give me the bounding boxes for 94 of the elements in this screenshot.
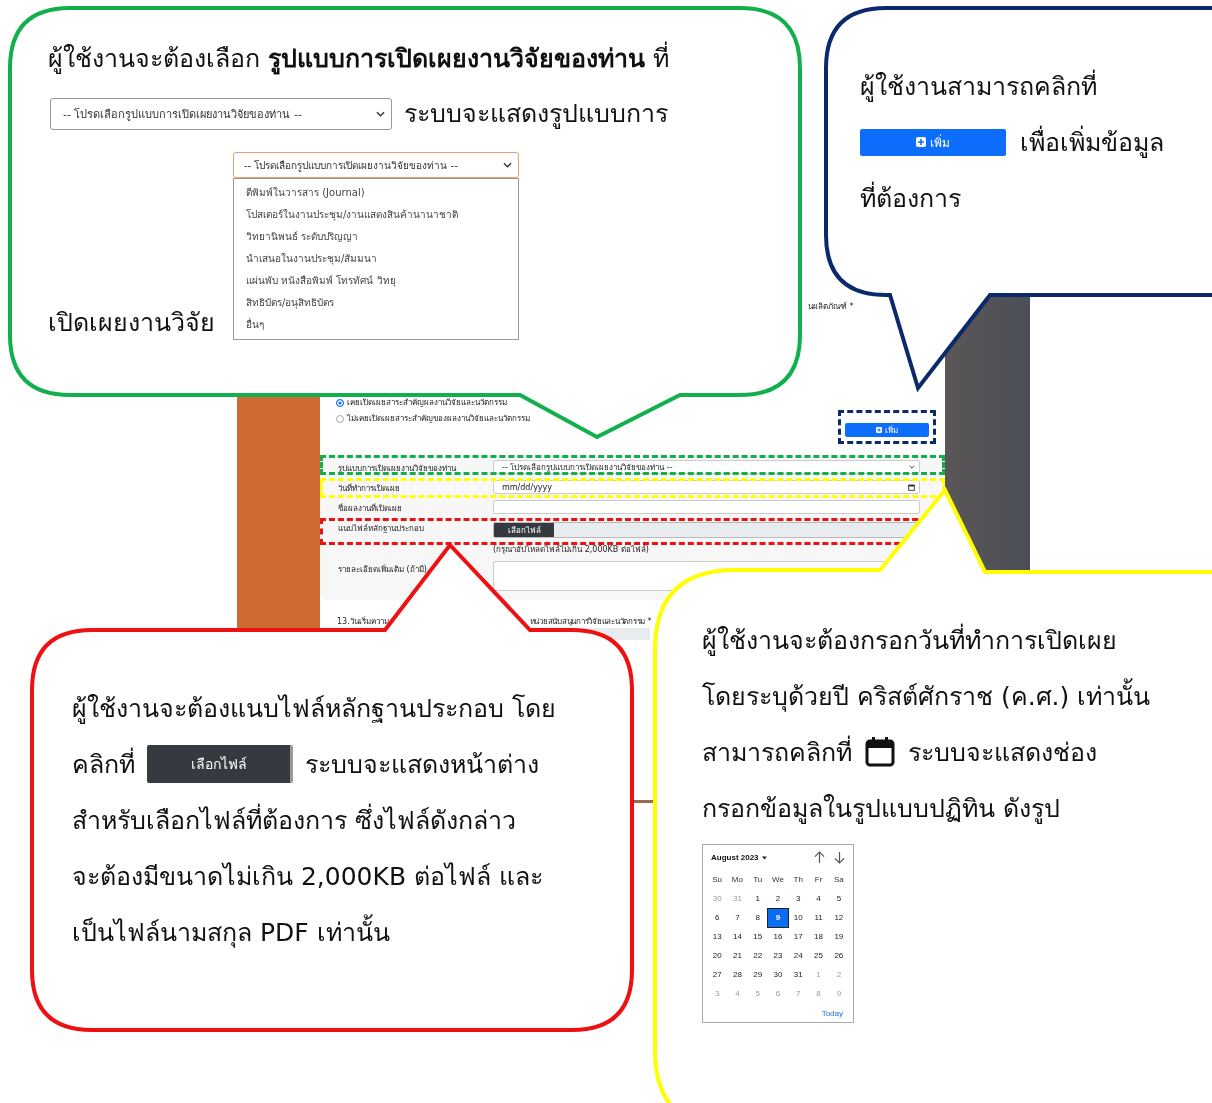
calendar-day[interactable]: 19 [828, 928, 849, 946]
weekday-label: Su [711, 874, 724, 886]
calendar-day[interactable]: 28 [727, 966, 748, 984]
calendar-day[interactable]: 29 [747, 966, 768, 984]
weekday-label: Sa [832, 874, 845, 886]
calendar-day[interactable]: 25 [808, 947, 829, 965]
calendar-day[interactable]: 20 [707, 947, 728, 965]
dropdown-option[interactable]: วิทยานิพนธ์ ระดับปริญญา [234, 226, 518, 248]
calendar-day[interactable]: 12 [828, 909, 849, 927]
callout-text: ระบบจะแสดงรูปแบบการ [404, 99, 668, 129]
down-arrow-icon[interactable] [834, 851, 845, 864]
callout-text: จะต้องมีขนาดไม่เกิน 2,000KB ต่อไฟล์ และ [72, 861, 543, 893]
callout-text: กรอกข้อมูลในรูปแบบปฏิทิน ดังรูป [702, 793, 1060, 826]
field-label: นผลิตภัณฑ์ * [808, 301, 854, 313]
callout-text: ผู้ใช้งานจะต้องแนบไฟล์หลักฐานประกอบ โดย [72, 693, 556, 726]
calendar-day[interactable]: 16 [767, 928, 789, 946]
calendar-day[interactable]: 24 [788, 947, 809, 965]
dropdown-option[interactable]: ตีพิมพ์ในวารสาร (Journal) [234, 182, 518, 204]
dropdown-option[interactable]: สิทธิบัตร/อนุสิทธิบัตร [234, 292, 518, 314]
callout-text: ที่ต้องการ [860, 178, 961, 218]
calendar-day[interactable]: 23 [767, 947, 789, 965]
choose-file-button[interactable]: เลือกไฟล์ [147, 745, 293, 783]
callout-text: คลิกที่ [72, 744, 135, 784]
calendar-day[interactable]: 5 [828, 890, 849, 908]
select-field[interactable]: -- โปรดเลือกรูปแบบการเปิดเผยงานวิจัยของท่าน -- [50, 98, 392, 130]
select-field[interactable]: -- โปรดเลือกรูปแบบการเปิดเผยงานวิจัยของท่าน -- [233, 152, 519, 178]
weekday-label: Fr [813, 874, 824, 886]
callout-text: ระบบจะแสดงช่อง [908, 737, 1097, 769]
dropdown-option[interactable]: อื่นๆ [234, 314, 518, 336]
radio-label: เคยเปิดเผยสาระสำคัญผลงานวิจัยและนวัตกรรม [347, 397, 507, 409]
calendar-day[interactable]: 10 [788, 909, 809, 927]
calendar-day[interactable]: 21 [727, 947, 748, 965]
callout-text: เพื่อเพิ่มข้อมูล [1020, 122, 1164, 162]
hint-text: (กรุณาอัปโหลดไฟล์ไม่เกิน 2,000KB ต่อไฟล์) [493, 544, 650, 556]
calendar-day[interactable]: 13 [707, 928, 728, 946]
today-link[interactable]: Today [821, 1009, 843, 1018]
callout-text: เปิดเผยงานวิจัย [48, 308, 215, 338]
calendar-day[interactable]: 26 [828, 947, 849, 965]
callout-text: ระบบจะแสดงหน้าต่าง [305, 749, 539, 781]
calendar-day[interactable]: 14 [727, 928, 748, 946]
calendar-day[interactable]: 2 [767, 890, 789, 908]
weekday-label: Th [792, 874, 804, 886]
radio-label: ไม่เคยเปิดเผยสาระสำคัญของผลงานวิจัยและนวัตกรรม [347, 413, 530, 425]
field-label: หน่วยสนับสนุนการวิจัยและนวัตกรรม * [529, 616, 652, 628]
calendar-day[interactable]: 15 [747, 928, 768, 946]
calendar-day[interactable]: 18 [808, 928, 829, 946]
calendar-day[interactable]: 3 [788, 890, 809, 908]
dropdown-option[interactable]: นำเสนอในงานประชุม/สัมมนา [234, 248, 518, 270]
callout-text: สามารถคลิกที่ [702, 732, 852, 772]
radio-button[interactable] [336, 414, 344, 423]
calendar-day[interactable]: 7 [727, 909, 748, 927]
callout-text: เป็นไฟล์นามสกุล PDF เท่านั้น [72, 912, 390, 952]
section-title: 13.วันเริ่มความ [337, 615, 389, 628]
weekday-label: We [771, 874, 785, 886]
callout-text: ผู้ใช้งานจะต้องกรอกวันที่ทำการเปิดเผย [702, 620, 1117, 660]
field-label: รายละเอียดเพิ่มเติม (ถ้ามี) [338, 563, 428, 576]
field-label: แนบไฟล์หลักฐานประกอบ [338, 523, 425, 535]
date-field[interactable]: mm/dd/yyyy [493, 480, 920, 494]
calendar-day[interactable]: 30 [767, 966, 789, 984]
calendar-day[interactable]: 1 [747, 890, 768, 908]
calendar-day[interactable]: 6 [707, 909, 728, 927]
radio-button[interactable] [336, 398, 344, 407]
calendar-day[interactable]: 8 [747, 909, 768, 927]
dropdown-option[interactable]: โปสเตอร์ในงานประชุม/งานแสดงสินค้านานาชาติ [234, 204, 518, 226]
chevron-icon [909, 465, 915, 469]
callout-text: โดยระบุด้วยปี คริสต์ศักราช (ค.ศ.) เท่านั้น [702, 676, 1151, 716]
weekday-label: Tu [752, 874, 764, 886]
callout-text: ผู้ใช้งานสามารถคลิกที่ [860, 66, 1097, 106]
text-field[interactable] [493, 500, 920, 514]
select-field[interactable]: -- โปรดเลือกรูปแบบการเปิดเผยงานวิจัยของท่าน -- [493, 460, 920, 474]
field-label: รูปแบบการเปิดเผยงานวิจัยของท่าน [338, 463, 458, 475]
plus-icon [876, 427, 882, 433]
calendar-day[interactable]: 4 [808, 890, 829, 908]
calendar-day[interactable]: 17 [788, 928, 809, 946]
callout-text: สำหรับเลือกไฟล์ที่ต้องการ ซึ่งไฟล์ดังกล่าว [72, 800, 516, 840]
chevron-icon [503, 162, 512, 168]
chevron-icon [376, 111, 385, 117]
caret-icon[interactable] [761, 855, 767, 860]
field-label: ชื่อผลงานที่เปิดเผย [338, 502, 403, 515]
calendar-icon [864, 736, 896, 768]
calendar-day[interactable]: 22 [747, 947, 768, 965]
add-button[interactable]: เพิ่ม [845, 423, 929, 437]
calendar-day[interactable]: 27 [707, 966, 728, 984]
calendar-icon[interactable] [908, 483, 915, 491]
calendar-day[interactable]: 11 [808, 909, 829, 927]
calendar-day[interactable]: 31 [788, 966, 809, 984]
weekday-label: Mo [730, 874, 744, 886]
month-selector[interactable]: August 2023 [711, 853, 759, 862]
add-button[interactable]: เพิ่ม [860, 128, 1006, 156]
plus-icon [916, 137, 926, 147]
dropdown-option[interactable]: แผ่นพับ หนังสือพิมพ์ โทรทัศน์ วิทยุ [234, 270, 518, 292]
up-arrow-icon[interactable] [814, 851, 825, 864]
field-label: วันที่ทำการเปิดเผย [338, 482, 401, 495]
calendar-day[interactable]: 9 [767, 909, 789, 927]
